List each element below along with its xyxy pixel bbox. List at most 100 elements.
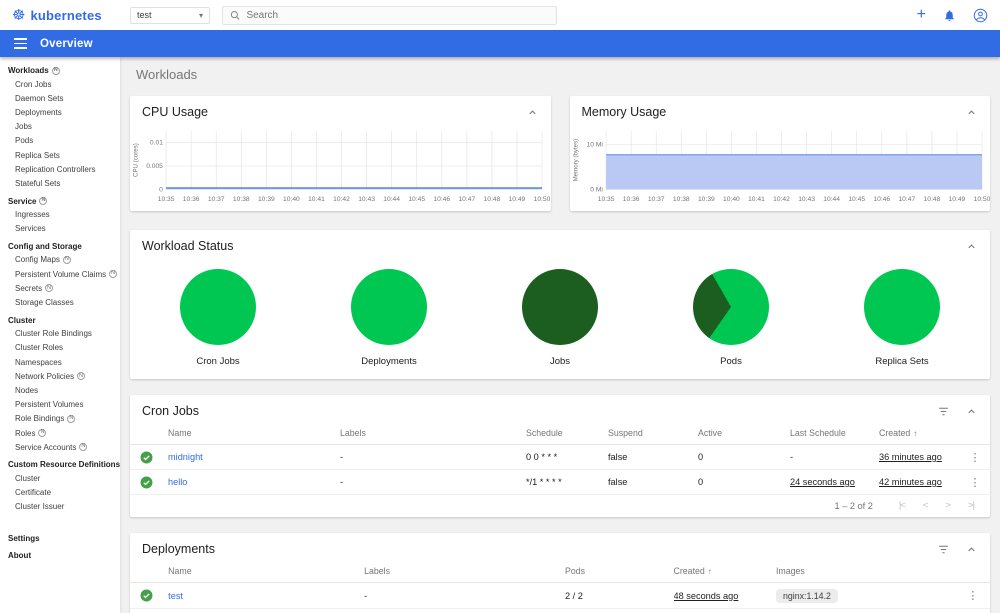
sidebar-item-label: Storage Classes [15, 298, 74, 308]
svg-text:10:35: 10:35 [158, 196, 175, 203]
sidebar-item-label: Cluster Role Bindings [15, 329, 92, 339]
column-header-images[interactable]: Images [775, 560, 962, 583]
column-header-active[interactable]: Active [698, 422, 790, 445]
collapse-icon[interactable] [526, 106, 539, 119]
sidebar-item-persistent-volume-claims[interactable]: Persistent Volume Claims N [0, 267, 120, 281]
collapse-icon[interactable] [965, 240, 978, 253]
table-cell: 3 / 3 [565, 608, 674, 613]
sidebar-item-daemon-sets[interactable]: Daemon Sets [0, 91, 120, 105]
kebab-menu-icon[interactable]: ⋮ [966, 477, 985, 489]
menu-icon[interactable] [14, 38, 27, 49]
card-title: Cron Jobs [142, 404, 199, 418]
sidebar-item-ingresses[interactable]: Ingresses [0, 208, 120, 222]
column-header-labels[interactable]: Labels [364, 560, 565, 583]
status-pie-label: Pods [720, 356, 742, 367]
table-cell: - [790, 444, 879, 470]
namespace-select[interactable]: test ▾ [130, 6, 210, 24]
sidebar-item-network-policies[interactable]: Network Policies N [0, 369, 120, 383]
resource-link[interactable]: test [168, 591, 183, 601]
sidebar-item-deployments[interactable]: Deployments [0, 105, 120, 119]
account-icon[interactable] [973, 8, 988, 23]
status-pie-label: Replica Sets [875, 356, 929, 367]
column-header-pods[interactable]: Pods [565, 560, 674, 583]
sidebar-item-namespaces[interactable]: Namespaces [0, 355, 120, 369]
sidebar-item-label: Role Bindings [15, 414, 65, 424]
table-row: nginx-deploymentapp: nginx3 / 342 minute… [130, 608, 990, 613]
sidebar-item-settings[interactable]: Settings [0, 528, 120, 545]
column-header-name[interactable]: Name [168, 560, 365, 583]
sidebar-item-cron-jobs[interactable]: Cron Jobs [0, 77, 120, 91]
column-header-created[interactable]: Created ↑ [879, 422, 964, 445]
sidebar-item-jobs[interactable]: Jobs [0, 120, 120, 134]
column-header-created[interactable]: Created ↑ [673, 560, 776, 583]
sidebar-item-persistent-volumes[interactable]: Persistent Volumes [0, 398, 120, 412]
sidebar-item-cluster-role-bindings[interactable]: Cluster Role Bindings [0, 327, 120, 341]
next-page-icon[interactable]: > [945, 500, 950, 511]
collapse-icon[interactable] [965, 543, 978, 556]
svg-text:10:44: 10:44 [383, 196, 400, 203]
resource-link[interactable]: hello [168, 477, 187, 487]
search-bar[interactable] [222, 5, 557, 25]
kubernetes-wheel-icon: ☸ [12, 6, 26, 24]
sidebar-item-storage-classes[interactable]: Storage Classes [0, 295, 120, 309]
table-row: test -2 / 2 48 seconds ago nginx:1.14.2 ⋮ [130, 582, 990, 609]
card-title: Workload Status [142, 239, 234, 253]
sidebar-item-cluster-issuer[interactable]: Cluster Issuer [0, 500, 120, 514]
check-circle-icon [140, 451, 152, 463]
table-cell: 0 [698, 444, 790, 470]
sidebar-item-about[interactable]: About [0, 545, 120, 562]
svg-text:10:49: 10:49 [509, 196, 526, 203]
resource-link[interactable]: midnight [168, 452, 203, 462]
column-header-last-schedule[interactable]: Last Schedule [790, 422, 879, 445]
sidebar-section-custom-resource-definitions: Custom Resource Definitions [0, 454, 120, 471]
sidebar-item-cluster[interactable]: Cluster [0, 471, 120, 485]
memory-usage-chart: 10:35 10:36 10:37 10:38 10:39 10:40 10:41 10:42… [572, 130, 990, 203]
sidebar-item-role-bindings[interactable]: Role Bindings N [0, 412, 120, 426]
status-pie-pods [693, 269, 769, 345]
table-row: hello - */1 * * * * false 0 24 seconds ago 42 … [130, 469, 992, 495]
sidebar-item-stateful-sets[interactable]: Stateful Sets [0, 176, 120, 190]
namespaced-badge: N [77, 372, 86, 381]
notifications-icon[interactable] [943, 9, 956, 22]
sidebar-item-pods[interactable]: Pods [0, 134, 120, 148]
relative-time: 36 minutes ago [879, 452, 942, 462]
sidebar-item-roles[interactable]: Roles N [0, 426, 120, 440]
sidebar-item-nodes[interactable]: Nodes [0, 383, 120, 397]
sidebar-item-services[interactable]: Services [0, 222, 120, 236]
sidebar-item-service-accounts[interactable]: Service Accounts N [0, 440, 120, 454]
column-header-suspend[interactable]: Suspend [608, 422, 698, 445]
card-title: Memory Usage [581, 105, 667, 119]
svg-text:10:45: 10:45 [848, 196, 865, 203]
collapse-icon[interactable] [965, 106, 978, 119]
kebab-menu-icon[interactable]: ⋮ [966, 452, 985, 464]
last-page-icon[interactable]: >| [968, 500, 975, 511]
first-page-icon[interactable]: |< [899, 500, 906, 511]
column-header-labels[interactable]: Labels [340, 422, 526, 445]
sidebar-item-cluster-roles[interactable]: Cluster Roles [0, 341, 120, 355]
kubernetes-logo[interactable]: ☸ kubernetes [12, 8, 122, 23]
search-icon [230, 10, 240, 20]
sidebar-section-config-and-storage: Config and Storage [0, 236, 120, 253]
sidebar-item-secrets[interactable]: Secrets N [0, 281, 120, 295]
svg-text:10:42: 10:42 [333, 196, 350, 203]
search-input[interactable] [246, 9, 549, 21]
kebab-menu-icon[interactable]: ⋮ [963, 590, 982, 602]
column-header-name[interactable]: Name [168, 422, 340, 445]
sidebar-item-replica-sets[interactable]: Replica Sets [0, 148, 120, 162]
filter-list-icon[interactable] [937, 405, 950, 418]
add-icon[interactable]: + [917, 7, 926, 23]
svg-text:10:43: 10:43 [358, 196, 375, 203]
column-header-schedule[interactable]: Schedule [526, 422, 608, 445]
svg-text:10:38: 10:38 [672, 196, 689, 203]
table-cell: 36 minutes ago [879, 444, 964, 470]
svg-text:10 Mi: 10 Mi [586, 141, 602, 148]
previous-page-icon[interactable]: < [923, 500, 928, 511]
sidebar-item-label: Ingresses [15, 210, 50, 220]
sidebar-item-certificate[interactable]: Certificate [0, 486, 120, 500]
svg-text:10:49: 10:49 [948, 196, 965, 203]
cron-jobs-table: Name Labels Schedule Suspend Active Last Sche… [130, 422, 992, 495]
sidebar-item-config-maps[interactable]: Config Maps N [0, 253, 120, 267]
sidebar-item-replication-controllers[interactable]: Replication Controllers [0, 162, 120, 176]
collapse-icon[interactable] [965, 405, 978, 418]
filter-list-icon[interactable] [937, 543, 950, 556]
